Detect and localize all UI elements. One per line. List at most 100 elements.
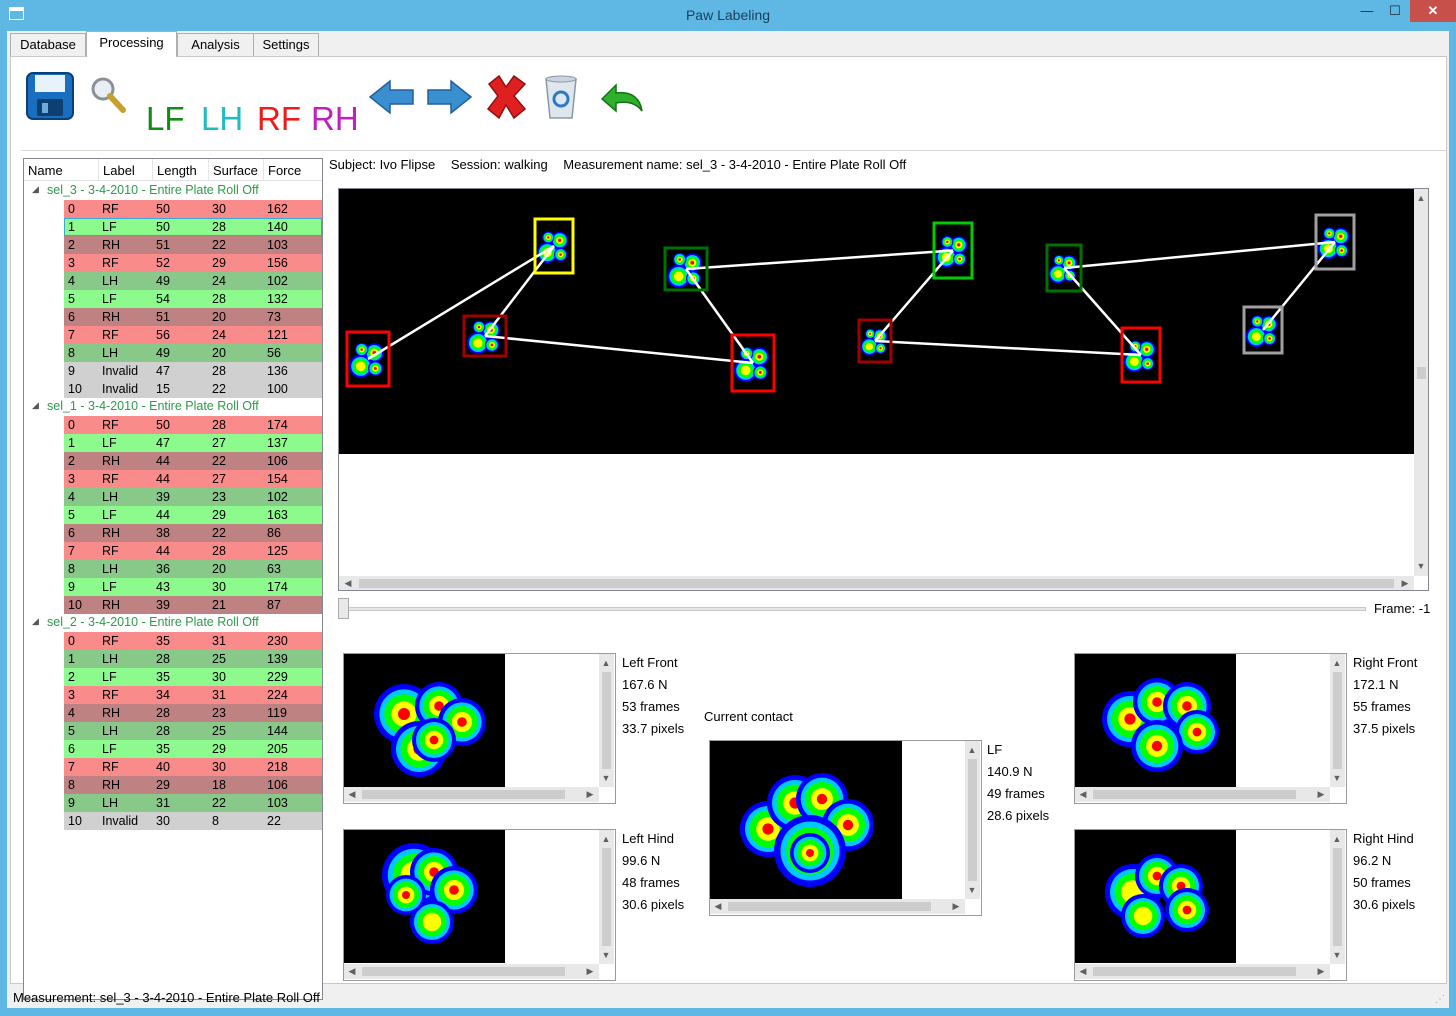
minimize-button[interactable]: — xyxy=(1352,0,1382,22)
vertical-scrollbar[interactable]: ▲ ▼ xyxy=(1330,654,1345,787)
pressure-plate[interactable] xyxy=(339,189,1414,454)
expand-arrow-icon[interactable]: ◢ xyxy=(32,184,39,195)
scrollbar-thumb[interactable] xyxy=(1333,672,1342,769)
tree-row[interactable]: 7 RF 40 30 218 xyxy=(64,758,322,776)
horizontal-scrollbar[interactable]: ◀ ▶ xyxy=(344,787,599,802)
scrollbar-thumb[interactable] xyxy=(1417,367,1426,379)
tree-row[interactable]: 2 RH 44 22 106 xyxy=(64,452,322,470)
tree-row[interactable]: 0 RF 35 31 230 xyxy=(64,632,322,650)
tree-row[interactable]: 9 LH 31 22 103 xyxy=(64,794,322,812)
scroll-up-icon[interactable]: ▲ xyxy=(965,743,979,757)
tree-row[interactable]: 5 LF 44 29 163 xyxy=(64,506,322,524)
scroll-left-icon[interactable]: ◀ xyxy=(345,787,359,801)
measurement-tree[interactable]: Name Label Length Surface Force ◢ sel_3 -… xyxy=(23,158,323,1000)
plate-view[interactable]: ▲ ▼ ◀ ▶ xyxy=(338,188,1429,591)
tree-row[interactable]: 6 RH 38 22 86 xyxy=(64,524,322,542)
tree-row[interactable]: 6 LF 35 29 205 xyxy=(64,740,322,758)
tree-row[interactable]: 5 LF 54 28 132 xyxy=(64,290,322,308)
horizontal-scrollbar[interactable]: ◀ ▶ xyxy=(1075,964,1330,979)
tree-row[interactable]: 1 LF 47 27 137 xyxy=(64,434,322,452)
tree-row[interactable]: 4 LH 49 24 102 xyxy=(64,272,322,290)
scroll-down-icon[interactable]: ▼ xyxy=(965,883,979,897)
scrollbar-thumb[interactable] xyxy=(1093,790,1296,799)
scroll-up-icon[interactable]: ▲ xyxy=(599,832,613,846)
scrollbar-thumb[interactable] xyxy=(968,759,977,881)
tab-database[interactable]: Database xyxy=(10,33,86,56)
scrollbar-thumb[interactable] xyxy=(1333,848,1342,946)
tree-group[interactable]: ◢ sel_3 - 3-4-2010 - Entire Plate Roll Of… xyxy=(24,182,322,200)
arrow-right-icon[interactable] xyxy=(425,77,473,117)
vertical-scrollbar[interactable]: ▲ ▼ xyxy=(599,830,614,964)
tree-row[interactable]: 4 RH 28 23 119 xyxy=(64,704,322,722)
scrollbar-thumb[interactable] xyxy=(362,790,565,799)
header-length[interactable]: Length xyxy=(157,163,197,178)
tree-row[interactable]: 2 RH 51 22 103 xyxy=(64,236,322,254)
tree-row[interactable]: 1 LH 28 25 139 xyxy=(64,650,322,668)
horizontal-scrollbar[interactable]: ◀ ▶ xyxy=(710,899,965,914)
save-icon[interactable] xyxy=(25,71,75,121)
tree-row[interactable]: 6 RH 51 20 73 xyxy=(64,308,322,326)
right-hind-view[interactable]: ▲ ▼ ◀ ▶ xyxy=(1074,829,1347,981)
search-icon[interactable] xyxy=(89,75,127,115)
scroll-down-icon[interactable]: ▼ xyxy=(1330,948,1344,962)
header-label[interactable]: Label xyxy=(103,163,135,178)
scroll-left-icon[interactable]: ◀ xyxy=(341,576,355,590)
scroll-up-icon[interactable]: ▲ xyxy=(1414,191,1428,205)
tree-group[interactable]: ◢ sel_2 - 3-4-2010 - Entire Plate Roll Of… xyxy=(24,614,322,632)
plate-horizontal-scrollbar[interactable]: ◀ ▶ xyxy=(339,576,1414,590)
tree-row[interactable]: 7 RF 44 28 125 xyxy=(64,542,322,560)
horizontal-scrollbar[interactable]: ◀ ▶ xyxy=(1075,787,1330,802)
header-surface[interactable]: Surface xyxy=(213,163,258,178)
scroll-right-icon[interactable]: ▶ xyxy=(1314,787,1328,801)
tree-row[interactable]: 10 Invalid 15 22 100 xyxy=(64,380,322,398)
scroll-right-icon[interactable]: ▶ xyxy=(583,964,597,978)
tree-row[interactable]: 0 RF 50 28 174 xyxy=(64,416,322,434)
slider-thumb[interactable] xyxy=(338,598,349,619)
tab-analysis[interactable]: Analysis xyxy=(177,33,254,56)
tree-row[interactable]: 1 LF 50 28 140 xyxy=(64,218,322,236)
vertical-scrollbar[interactable]: ▲ ▼ xyxy=(599,654,614,787)
header-name[interactable]: Name xyxy=(28,163,63,178)
tree-row[interactable]: 4 LH 39 23 102 xyxy=(64,488,322,506)
expand-arrow-icon[interactable]: ◢ xyxy=(32,616,39,627)
tree-row[interactable]: 10 RH 39 21 87 xyxy=(64,596,322,614)
vertical-scrollbar[interactable]: ▲ ▼ xyxy=(1330,830,1345,964)
tree-row[interactable]: 9 LF 43 30 174 xyxy=(64,578,322,596)
scroll-down-icon[interactable]: ▼ xyxy=(599,948,613,962)
tree-row[interactable]: 7 RF 56 24 121 xyxy=(64,326,322,344)
scrollbar-thumb[interactable] xyxy=(602,672,611,769)
scroll-left-icon[interactable]: ◀ xyxy=(711,899,725,913)
tab-processing[interactable]: Processing xyxy=(86,31,177,57)
scroll-up-icon[interactable]: ▲ xyxy=(1330,832,1344,846)
undo-icon[interactable] xyxy=(596,77,646,117)
tree-row[interactable]: 3 RF 34 31 224 xyxy=(64,686,322,704)
scroll-down-icon[interactable]: ▼ xyxy=(599,771,613,785)
scrollbar-thumb[interactable] xyxy=(602,848,611,946)
scrollbar-thumb[interactable] xyxy=(362,967,565,976)
header-force[interactable]: Force xyxy=(268,163,301,178)
scroll-right-icon[interactable]: ▶ xyxy=(583,787,597,801)
scroll-right-icon[interactable]: ▶ xyxy=(949,899,963,913)
scrollbar-thumb[interactable] xyxy=(359,579,1394,588)
current-contact-view[interactable]: ▲ ▼ ◀ ▶ xyxy=(709,740,982,916)
scroll-up-icon[interactable]: ▲ xyxy=(599,656,613,670)
plate-vertical-scrollbar[interactable]: ▲ ▼ xyxy=(1414,189,1428,576)
tree-row[interactable]: 3 RF 52 29 156 xyxy=(64,254,322,272)
tab-settings[interactable]: Settings xyxy=(253,33,319,56)
left-hind-view[interactable]: ▲ ▼ ◀ ▶ xyxy=(343,829,616,981)
tree-row[interactable]: 3 RF 44 27 154 xyxy=(64,470,322,488)
tree-row[interactable]: 0 RF 50 30 162 xyxy=(64,200,322,218)
tree-row[interactable]: 9 Invalid 47 28 136 xyxy=(64,362,322,380)
vertical-scrollbar[interactable]: ▲ ▼ xyxy=(965,741,980,899)
scroll-down-icon[interactable]: ▼ xyxy=(1414,559,1428,573)
tree-row[interactable]: 8 RH 29 18 106 xyxy=(64,776,322,794)
scroll-left-icon[interactable]: ◀ xyxy=(1076,964,1090,978)
arrow-left-icon[interactable] xyxy=(368,77,416,117)
label-lf-button[interactable]: LF xyxy=(146,99,185,139)
expand-arrow-icon[interactable]: ◢ xyxy=(32,400,39,411)
tree-group[interactable]: ◢ sel_1 - 3-4-2010 - Entire Plate Roll Of… xyxy=(24,398,322,416)
title-bar[interactable]: Paw Labeling — ☐ ✕ xyxy=(0,0,1456,32)
scroll-left-icon[interactable]: ◀ xyxy=(1076,787,1090,801)
close-button[interactable]: ✕ xyxy=(1410,0,1456,22)
resize-grip-icon[interactable]: ⋰ xyxy=(1435,994,1447,1006)
